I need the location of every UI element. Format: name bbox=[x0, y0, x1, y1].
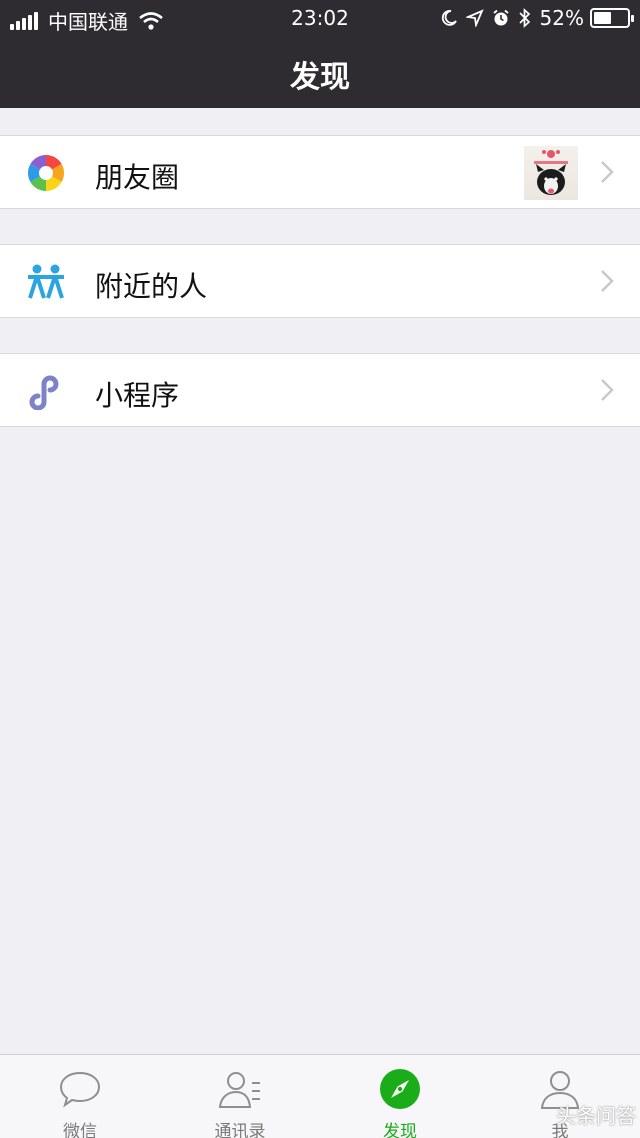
battery-icon bbox=[590, 8, 634, 28]
tab-bar: 微信 通讯录 发现 我 bbox=[0, 1054, 640, 1138]
tab-discover[interactable]: 发现 bbox=[320, 1055, 480, 1138]
menu-item-label: 朋友圈 bbox=[95, 161, 180, 194]
tab-label: 发现 bbox=[383, 1122, 417, 1138]
tab-chats[interactable]: 微信 bbox=[0, 1055, 160, 1138]
tab-label: 微信 bbox=[63, 1122, 97, 1138]
people-nearby-icon bbox=[28, 264, 64, 299]
mini-program-icon bbox=[29, 375, 59, 410]
menu-item-moments[interactable]: 朋友圈 bbox=[0, 135, 640, 209]
chat-bubble-icon bbox=[59, 1071, 101, 1108]
chevron-right-icon bbox=[601, 270, 614, 292]
menu-item-people-nearby[interactable]: 附近的人 bbox=[0, 244, 640, 318]
alarm-icon bbox=[492, 9, 509, 26]
bluetooth-icon bbox=[518, 8, 530, 28]
moments-thumbnail bbox=[524, 146, 578, 200]
menu-item-mini-programs[interactable]: 小程序 bbox=[0, 353, 640, 427]
top-bar: 中国联通 23:02 52% 发现 bbox=[0, 0, 640, 108]
page-title: 发现 bbox=[290, 60, 350, 95]
compass-icon bbox=[380, 1069, 420, 1109]
menu-item-label: 小程序 bbox=[95, 379, 180, 412]
tab-label: 通讯录 bbox=[214, 1122, 266, 1138]
contacts-icon bbox=[218, 1072, 260, 1108]
chevron-right-icon bbox=[601, 161, 614, 183]
battery-percent: 52% bbox=[539, 6, 584, 30]
location-icon bbox=[465, 9, 484, 27]
menu-item-label: 附近的人 bbox=[95, 270, 208, 303]
watermark: 头条问答 bbox=[556, 1104, 636, 1128]
tab-contacts[interactable]: 通讯录 bbox=[160, 1055, 320, 1138]
moon-icon bbox=[441, 10, 457, 26]
moments-aperture-icon bbox=[27, 155, 65, 191]
status-bar: 中国联通 23:02 52% bbox=[0, 0, 640, 36]
chevron-right-icon bbox=[601, 379, 614, 401]
